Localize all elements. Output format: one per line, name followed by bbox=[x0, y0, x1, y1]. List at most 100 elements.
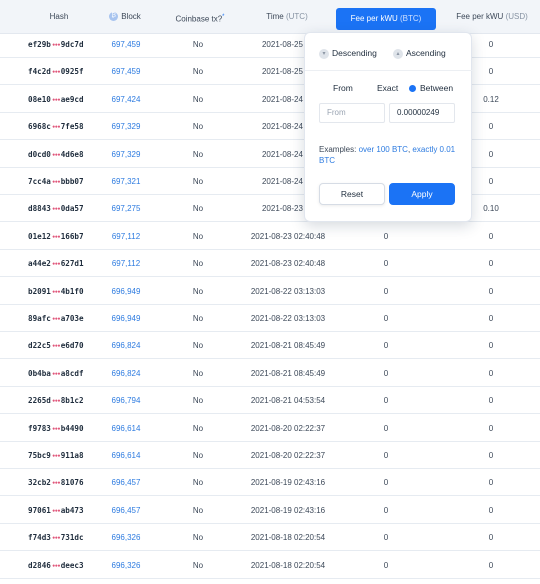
tx-hash-start: d8843 bbox=[28, 204, 51, 214]
tx-hash-link[interactable]: 89afc•••a703e bbox=[28, 305, 98, 332]
tx-hash-link[interactable]: f4c2d•••0925f bbox=[28, 58, 98, 85]
fee-usd-value: 0 bbox=[488, 231, 494, 241]
fee-usd-value: 0 bbox=[488, 505, 494, 515]
table-row[interactable]: 75bc9•••911a8 696,614 No 2021-08-20 02:22:3… bbox=[0, 442, 540, 469]
filter-mode-between[interactable]: Between bbox=[409, 81, 453, 95]
tx-hash-link[interactable]: 2265d•••8b1c2 bbox=[28, 387, 98, 414]
column-header-block[interactable]: ₿ Block bbox=[100, 0, 150, 34]
tx-hash-link[interactable]: 0b4ba•••a8cdf bbox=[28, 360, 98, 387]
tx-hash-end: 731dc bbox=[60, 533, 84, 543]
filter-mode-exact[interactable]: Exact bbox=[377, 81, 398, 95]
block-link[interactable]: 697,275 bbox=[100, 195, 152, 222]
block-link[interactable]: 697,321 bbox=[100, 168, 152, 195]
from-input[interactable]: From bbox=[319, 103, 385, 123]
table-row[interactable]: d2846•••deec3 696,326 No 2021-08-18 02:20:5… bbox=[0, 552, 540, 579]
table-row[interactable]: 89afc•••a703e 696,949 No 2021-08-22 03:13:0… bbox=[0, 305, 540, 332]
tx-hash-link[interactable]: d8843•••0da57 bbox=[28, 195, 98, 222]
coinbase-value: No bbox=[192, 341, 204, 351]
table-row[interactable]: f74d3•••731dc 696,326 No 2021-08-18 02:20:5… bbox=[0, 524, 540, 552]
reset-button[interactable]: Reset bbox=[319, 183, 385, 205]
tx-hash-start: 7cc4a bbox=[28, 177, 51, 186]
block-link[interactable]: 696,949 bbox=[100, 305, 152, 332]
tx-hash-link[interactable]: 97061•••ab473 bbox=[28, 497, 98, 524]
block-link[interactable]: 696,326 bbox=[100, 524, 152, 551]
filter-mode-group: From Exact Between bbox=[305, 81, 473, 95]
hash-ellipsis: ••• bbox=[51, 398, 61, 406]
block-link[interactable]: 696,824 bbox=[100, 360, 152, 387]
time-value: 2021-08-23 02:40:48 bbox=[250, 231, 326, 241]
column-header-hash[interactable]: Hash bbox=[22, 0, 96, 34]
column-header-fee-usd[interactable]: Fee per kWU (USD) bbox=[444, 0, 540, 34]
tx-hash-end: e6d70 bbox=[60, 341, 84, 351]
block-link[interactable]: 697,112 bbox=[100, 250, 152, 277]
block-link[interactable]: 696,326 bbox=[100, 552, 152, 579]
block-link[interactable]: 697,112 bbox=[100, 223, 152, 250]
hash-ellipsis: ••• bbox=[51, 453, 61, 460]
table-row[interactable]: 2265d•••8b1c2 696,794 No 2021-08-21 04:53:5… bbox=[0, 387, 540, 415]
tx-hash-link[interactable]: f74d3•••731dc bbox=[28, 524, 98, 551]
fee-btc-value: 0 bbox=[383, 451, 389, 460]
hash-ellipsis: ••• bbox=[51, 480, 61, 488]
tx-hash-end: ae9cd bbox=[60, 94, 84, 104]
tx-hash-link[interactable]: 7cc4a•••bbb07 bbox=[28, 168, 98, 195]
block-link[interactable]: 696,457 bbox=[100, 469, 152, 496]
block-link[interactable]: 697,424 bbox=[100, 86, 152, 113]
hash-ellipsis: ••• bbox=[51, 507, 61, 515]
tx-hash-link[interactable]: 75bc9•••911a8 bbox=[28, 442, 98, 469]
tx-hash-end: 8b1c2 bbox=[60, 396, 84, 406]
fee-usd-value: 0 bbox=[488, 286, 494, 296]
tx-hash-link[interactable]: f9783•••b4490 bbox=[28, 415, 98, 442]
tx-hash-end: deec3 bbox=[60, 560, 84, 570]
table-row[interactable]: 32cb2•••81076 696,457 No 2021-08-19 02:43:1… bbox=[0, 469, 540, 497]
column-header-time-label: Time bbox=[266, 12, 284, 21]
tx-hash-link[interactable]: d0cd0•••4d6e8 bbox=[28, 141, 98, 168]
fee-btc-value: 0 bbox=[383, 505, 389, 515]
block-link[interactable]: 696,794 bbox=[100, 387, 152, 414]
table-row[interactable]: 01e12•••166b7 697,112 No 2021-08-23 02:40:4… bbox=[0, 223, 540, 250]
sort-descending-icon: ▾ bbox=[319, 48, 329, 59]
tx-hash-link[interactable]: 01e12•••166b7 bbox=[28, 223, 98, 250]
between-value-input[interactable]: 0.00000249 bbox=[389, 103, 455, 123]
coinbase-value: No bbox=[192, 478, 204, 488]
fee-filter-popover: ▾ Descending ▴ Ascending From Exact Betwee… bbox=[304, 32, 473, 222]
tx-hash-link[interactable]: a44e2•••627d1 bbox=[28, 250, 98, 277]
tx-hash-link[interactable]: 08e10•••ae9cd bbox=[28, 86, 98, 113]
tx-hash-link[interactable]: 6968c•••7fe58 bbox=[28, 113, 98, 140]
column-header-coinbase[interactable]: Coinbase tx?* bbox=[160, 0, 240, 34]
hash-ellipsis: ••• bbox=[51, 69, 61, 77]
tx-hash-link[interactable]: d2846•••deec3 bbox=[28, 552, 98, 579]
block-link[interactable]: 696,824 bbox=[100, 332, 152, 359]
table-row[interactable]: d22c5•••e6d70 696,824 No 2021-08-21 08:45:4… bbox=[0, 332, 540, 360]
table-row[interactable]: 0b4ba•••a8cdf 696,824 No 2021-08-21 08:45:4… bbox=[0, 360, 540, 387]
block-link[interactable]: 696,614 bbox=[100, 442, 152, 469]
tx-hash-link[interactable]: 32cb2•••81076 bbox=[28, 469, 98, 496]
tx-hash-end: b4490 bbox=[60, 423, 84, 433]
tx-hash-end: 9dc7d bbox=[60, 40, 84, 49]
filter-mode-from[interactable]: From bbox=[333, 81, 353, 95]
block-link[interactable]: 696,457 bbox=[100, 497, 152, 524]
example-link-over-100[interactable]: over 100 BTC bbox=[359, 145, 408, 154]
column-header-time[interactable]: Time (UTC) bbox=[247, 0, 327, 34]
fee-usd-value: 0 bbox=[488, 341, 494, 351]
block-link[interactable]: 697,329 bbox=[100, 141, 152, 168]
block-link[interactable]: 697,329 bbox=[100, 113, 152, 140]
table-row[interactable]: f9783•••b4490 696,614 No 2021-08-20 02:22:3… bbox=[0, 415, 540, 442]
sort-descending-option[interactable]: ▾ Descending bbox=[319, 46, 377, 60]
tx-hash-link[interactable]: d22c5•••e6d70 bbox=[28, 332, 98, 359]
apply-button[interactable]: Apply bbox=[389, 183, 455, 205]
block-link[interactable]: 696,949 bbox=[100, 278, 152, 305]
column-header-fee-btc[interactable]: Fee per kWU (BTC) bbox=[336, 8, 436, 30]
hash-ellipsis: ••• bbox=[51, 316, 61, 323]
tx-hash-link[interactable]: b2091•••4b1f0 bbox=[28, 278, 98, 305]
table-row[interactable]: a44e2•••627d1 697,112 No 2021-08-23 02:40:4… bbox=[0, 250, 540, 278]
table-row[interactable]: b2091•••4b1f0 696,949 No 2021-08-22 03:13:0… bbox=[0, 278, 540, 305]
hash-ellipsis: ••• bbox=[51, 124, 61, 132]
sort-ascending-option[interactable]: ▴ Ascending bbox=[393, 46, 446, 60]
block-link[interactable]: 697,459 bbox=[100, 58, 152, 85]
block-link[interactable]: 696,614 bbox=[100, 415, 152, 442]
table-row[interactable]: 97061•••ab473 696,457 No 2021-08-19 02:43:1… bbox=[0, 497, 540, 524]
time-value: 2021-08-20 02:22:37 bbox=[250, 423, 326, 433]
block-link[interactable]: 697,459 bbox=[100, 31, 152, 58]
tx-hash-link[interactable]: ef29b•••9dc7d bbox=[28, 31, 98, 58]
tx-hash-start: 32cb2 bbox=[28, 478, 51, 488]
